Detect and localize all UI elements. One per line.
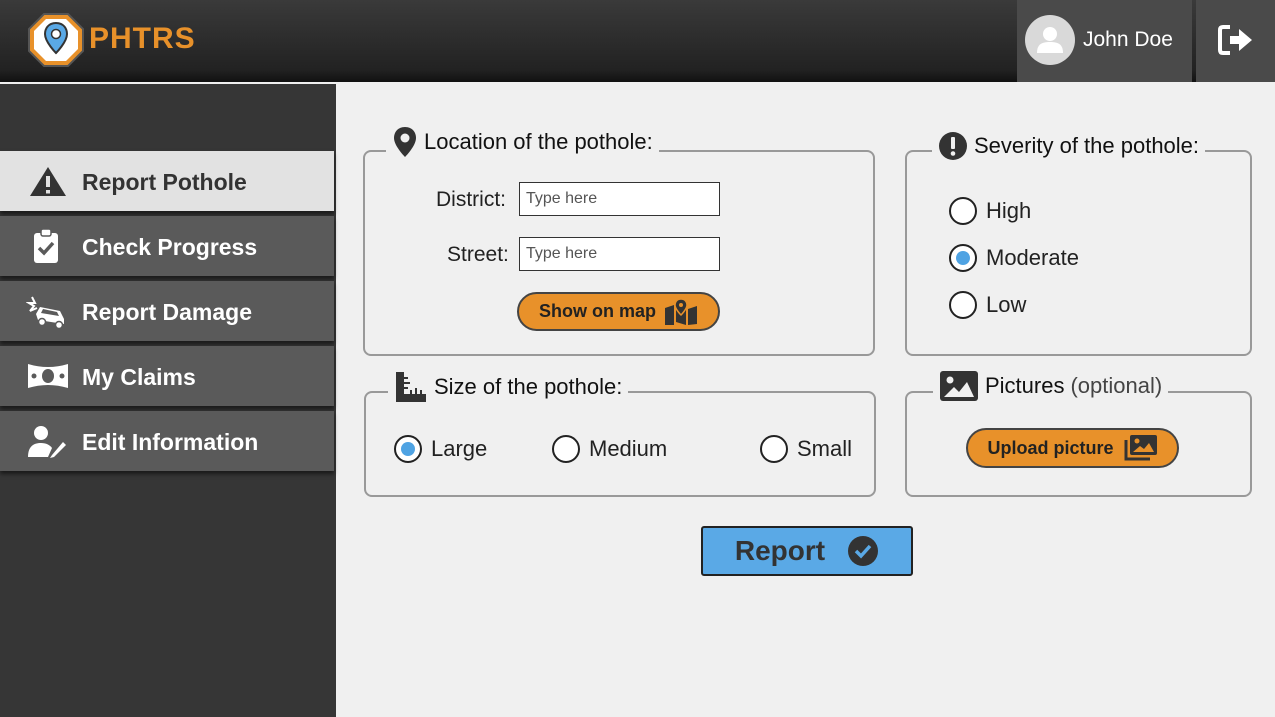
size-title: Size of the pothole: [434, 374, 623, 399]
sidebar-item-label: Edit Information [82, 429, 259, 455]
severity-moderate-radio[interactable]: Moderate [949, 244, 1079, 272]
radio-label: Large [431, 436, 488, 461]
street-input[interactable] [519, 237, 720, 271]
radio-circle [760, 435, 788, 463]
brand-name: PHTRS [89, 22, 196, 55]
warning-triangle-icon [30, 167, 66, 196]
image-icon [940, 371, 978, 401]
severity-title: Severity of the pothole: [974, 133, 1200, 158]
location-legend: Location of the pothole: [386, 126, 659, 158]
sidebar-item-label: My Claims [82, 364, 196, 390]
district-input[interactable] [519, 182, 720, 216]
size-medium-radio[interactable]: Medium [552, 435, 667, 463]
show-on-map-button[interactable]: Show on map [517, 292, 720, 331]
sidebar-item-label: Report Pothole [82, 169, 247, 195]
money-bill-icon [28, 364, 68, 388]
size-legend: Size of the pothole: [388, 370, 629, 404]
user-menu[interactable]: John Doe [1017, 0, 1192, 82]
street-label: Street: [447, 243, 509, 266]
sidebar-item-report-damage[interactable]: Report Damage [0, 281, 334, 341]
map-marked-icon [665, 297, 697, 325]
sidebar-item-edit-information[interactable]: Edit Information [0, 411, 334, 471]
phtrs-logo[interactable] [28, 13, 84, 67]
radio-circle-selected [949, 244, 977, 272]
map-marker-icon [394, 127, 416, 157]
severity-high-radio[interactable]: High [949, 197, 1031, 225]
top-bar: PHTRS John Doe [0, 0, 1275, 82]
sidebar-item-check-progress[interactable]: Check Progress [0, 216, 334, 276]
district-label: District: [436, 188, 506, 211]
pictures-legend: Pictures (optional) [933, 370, 1169, 402]
sidebar-item-my-claims[interactable]: My Claims [0, 346, 334, 406]
sidebar-item-report-pothole[interactable]: Report Pothole [0, 151, 334, 211]
radio-label: Moderate [986, 245, 1079, 270]
clipboard-check-icon [34, 228, 58, 263]
sign-out-icon [1218, 25, 1252, 55]
radio-label: Medium [589, 436, 668, 461]
radio-label: Low [986, 292, 1027, 317]
upload-picture-button[interactable]: Upload picture [966, 428, 1179, 468]
user-avatar-icon [1025, 15, 1075, 65]
sidebar-item-label: Check Progress [82, 234, 258, 260]
user-edit-icon [28, 426, 66, 458]
location-title: Location of the pothole: [424, 129, 653, 154]
radio-circle [552, 435, 580, 463]
pictures-title: Pictures [985, 373, 1065, 398]
size-small-radio[interactable]: Small [760, 435, 852, 463]
severity-legend: Severity of the pothole: [932, 131, 1206, 161]
sidebar-item-label: Report Damage [82, 299, 252, 325]
images-icon [1124, 435, 1157, 461]
show-on-map-label: Show on map [539, 301, 656, 321]
radio-circle [949, 291, 977, 319]
exclamation-circle-icon [939, 132, 967, 160]
logout-button[interactable] [1196, 0, 1275, 82]
radio-circle [949, 197, 977, 225]
size-large-radio[interactable]: Large [394, 435, 487, 463]
radio-circle-selected [394, 435, 422, 463]
check-circle-icon [848, 536, 879, 566]
sidebar: Report Pothole Check Progress Report Dam… [0, 84, 336, 717]
report-button[interactable]: Report [701, 526, 913, 576]
upload-picture-label: Upload picture [987, 437, 1114, 458]
radio-label: High [986, 198, 1032, 223]
car-crash-icon [26, 296, 64, 329]
pictures-optional-label: (optional) [1070, 373, 1163, 398]
severity-low-radio[interactable]: Low [949, 291, 1026, 319]
radio-label: Small [797, 436, 853, 461]
ruler-combined-icon [396, 372, 426, 402]
user-name: John Doe [1083, 28, 1173, 51]
report-button-label: Report [734, 535, 826, 566]
